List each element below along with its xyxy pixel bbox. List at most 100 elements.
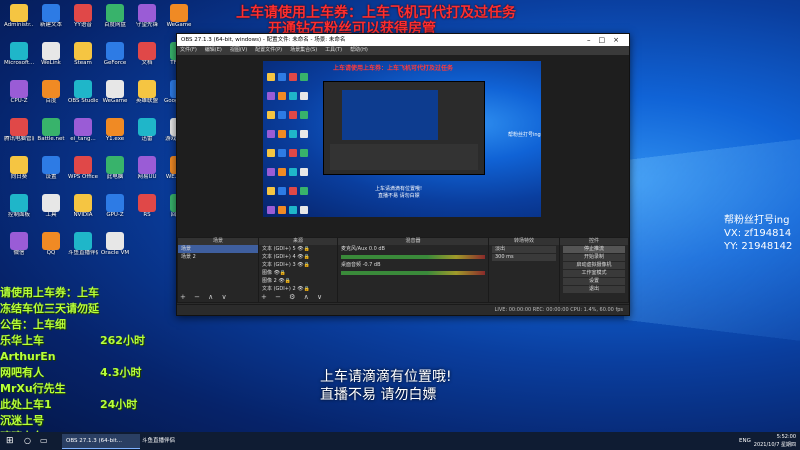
desktop-icon[interactable]: 百度网盘 (100, 4, 130, 38)
source-item[interactable]: 文本 (GDI+) 5 👁🔒 (259, 245, 337, 253)
obs-window[interactable]: OBS 27.1.3 (64-bit, windows) - 配置文件: 未命名… (176, 33, 630, 316)
desktop-icon-label: Microsoft... (4, 60, 34, 66)
volume-meter[interactable] (341, 271, 485, 275)
control-button[interactable]: 工作室模式 (563, 270, 625, 277)
desktop-icon[interactable]: 新建文本 (36, 4, 66, 38)
mixer-channel[interactable]: 麦克风/Aux 0.0 dB (338, 245, 488, 259)
desktop-icon-label: Steam (74, 60, 92, 66)
start-button[interactable]: ⊞ (2, 434, 18, 448)
desktop-icon[interactable]: 百度 (36, 80, 66, 114)
obs-preview-area[interactable]: 上车请使用上车券：上车飞机可代打及过任务 上车请滴滴有位置哦! 直播不易 请勿白… (177, 55, 629, 255)
mixer-channel[interactable]: 桌面音频 -0.7 dB (338, 261, 488, 275)
scenes-dock[interactable]: 场景 场景 场景 2 + − ∧ ∨ (177, 237, 259, 303)
overlay-green-col2-line (100, 349, 145, 365)
desktop-icon[interactable]: NVIDIA (68, 194, 98, 228)
controls-list[interactable]: 停止推流 开始录制 启动虚拟摄像机 工作室模式 设置 退出 (560, 246, 628, 293)
desktop-icon[interactable]: WeGame (100, 80, 130, 114)
preview-mini-icon (299, 110, 308, 119)
desktop-icon[interactable]: OBS Studio (68, 80, 98, 114)
transition-duration[interactable]: 300 ms (492, 254, 556, 261)
mixer-dock[interactable]: 混音器 麦克风/Aux 0.0 dB 桌面音频 -0.7 dB (337, 237, 489, 303)
desktop-icon[interactable]: Y1.exe (100, 118, 130, 152)
desktop-icon[interactable]: 网易UU (132, 156, 162, 190)
window-controls[interactable]: –□× (587, 34, 627, 46)
desktop-icon[interactable]: 迅雷 (132, 118, 162, 152)
scene-item[interactable]: 场景 2 (178, 253, 258, 261)
app-icon (138, 80, 156, 98)
obs-title-bar[interactable]: OBS 27.1.3 (64-bit, windows) - 配置文件: 未命名… (177, 34, 629, 46)
desktop-icon[interactable]: GPU-Z (100, 194, 130, 228)
desktop-icon[interactable]: 微信 (4, 232, 34, 266)
desktop-icon[interactable]: RS (132, 194, 162, 228)
task-view-icon[interactable]: ▭ (36, 434, 52, 448)
desktop-icon[interactable]: 控制面板 (4, 194, 34, 228)
desktop-icon[interactable]: WeLink (36, 42, 66, 76)
desktop-icon[interactable]: 向日葵 (4, 156, 34, 190)
desktop-icon[interactable]: 工具 (36, 194, 66, 228)
desktop-icon[interactable]: 守望先锋 (132, 4, 162, 38)
desktop-icon-label: 斗鱼直播伴侣 (68, 250, 98, 256)
obs-preview-canvas[interactable]: 上车请使用上车券：上车飞机可代打及过任务 上车请滴滴有位置哦! 直播不易 请勿白… (263, 61, 541, 217)
volume-meter[interactable] (341, 255, 485, 259)
sources-dock-toolbar[interactable]: + − ⚙ ∧ ∨ (261, 293, 325, 301)
source-item[interactable]: 文本 (GDI+) 2 👁🔒 (259, 285, 337, 293)
obs-menu-item[interactable]: 编辑(E) (205, 47, 222, 53)
taskbar-item-obs[interactable]: OBS 27.1.3 (64-bit... (62, 434, 140, 449)
sources-list[interactable]: 文本 (GDI+) 5 👁🔒 文本 (GDI+) 4 👁🔒 文本 (GDI+) 3 … (259, 245, 337, 293)
obs-menu-item[interactable]: 场景集合(S) (290, 47, 317, 53)
desktop-icon[interactable]: 文档 (132, 42, 162, 76)
obs-menu-item[interactable]: 工具(T) (325, 47, 342, 53)
input-language[interactable]: ENG (739, 435, 751, 447)
source-item[interactable]: 文本 (GDI+) 4 👁🔒 (259, 253, 337, 261)
desktop-icon[interactable]: WPS Office (68, 156, 98, 190)
close-icon[interactable]: × (613, 36, 627, 44)
source-item[interactable]: 图像 2 👁🔒 (259, 277, 337, 285)
desktop-icon[interactable]: 此电脑 (100, 156, 130, 190)
clock-time: 5:52:00 (776, 434, 796, 440)
scene-item[interactable]: 场景 (178, 245, 258, 253)
control-button[interactable]: 退出 (563, 286, 625, 293)
controls-dock[interactable]: 控件 停止推流 开始录制 启动虚拟摄像机 工作室模式 设置 退出 (559, 237, 629, 303)
desktop-icon-label: 控制面板 (7, 212, 30, 218)
desktop-icon[interactable]: 斗鱼直播伴侣 (68, 232, 98, 266)
control-button[interactable]: 启动虚拟摄像机 (563, 262, 625, 269)
desktop-icon[interactable]: 腾讯电脑管家 (4, 118, 34, 152)
app-icon (74, 194, 92, 212)
desktop-icon[interactable]: Microsoft... (4, 42, 34, 76)
obs-menu-item[interactable]: 配置文件(P) (255, 47, 282, 53)
minimize-icon[interactable]: – (587, 36, 599, 44)
obs-menu-item[interactable]: 帮助(H) (350, 47, 368, 53)
desktop-icon[interactable]: GeForce (100, 42, 130, 76)
source-item[interactable]: 图像 👁🔒 (259, 269, 337, 277)
desktop-icon[interactable]: Administr... (4, 4, 34, 38)
control-button[interactable]: 开始录制 (563, 254, 625, 261)
maximize-icon[interactable]: □ (599, 36, 614, 44)
preview-mini-icon (288, 110, 297, 119)
obs-menu-item[interactable]: 文件(F) (180, 47, 197, 53)
sources-dock[interactable]: 来源 文本 (GDI+) 5 👁🔒 文本 (GDI+) 4 👁🔒 文本 (GDI+)… (258, 237, 338, 303)
desktop-icon[interactable]: QQ (36, 232, 66, 266)
desktop-icon[interactable]: Oracle VM (100, 232, 130, 266)
system-clock[interactable]: 5:52:00 2021/10/7 星期四 (754, 433, 796, 449)
search-icon[interactable]: ○ (20, 434, 35, 448)
transition-select[interactable]: 淡出 (492, 246, 556, 253)
obs-menu-item[interactable]: 视图(V) (230, 47, 247, 53)
mixer-list[interactable]: 麦克风/Aux 0.0 dB 桌面音频 -0.7 dB (338, 245, 488, 275)
desktop-icon[interactable]: 设置 (36, 156, 66, 190)
transition-dock[interactable]: 转场特效 淡出 300 ms (488, 237, 560, 303)
control-button[interactable]: 设置 (563, 278, 625, 285)
control-button[interactable]: 停止推流 (563, 246, 625, 253)
desktop-icon[interactable]: Battle.net (36, 118, 66, 152)
desktop-icon[interactable]: ei_tang... (68, 118, 98, 152)
desktop-icon[interactable]: 英雄联盟 (132, 80, 162, 114)
desktop-icon-label: QQ (46, 250, 56, 256)
scenes-list[interactable]: 场景 场景 2 (178, 245, 258, 261)
desktop-icon[interactable]: YY语音 (68, 4, 98, 38)
desktop-icon[interactable]: CPU-Z (4, 80, 34, 114)
desktop-icon[interactable]: Steam (68, 42, 98, 76)
desktop-icon-label: 迅雷 (141, 136, 153, 142)
taskbar-item-douyu[interactable]: 斗鱼直播伴侣 (138, 434, 200, 448)
source-item[interactable]: 文本 (GDI+) 3 👁🔒 (259, 261, 337, 269)
scenes-dock-toolbar[interactable]: + − ∧ ∨ (180, 293, 230, 301)
sources-dock-title: 来源 (259, 238, 337, 245)
